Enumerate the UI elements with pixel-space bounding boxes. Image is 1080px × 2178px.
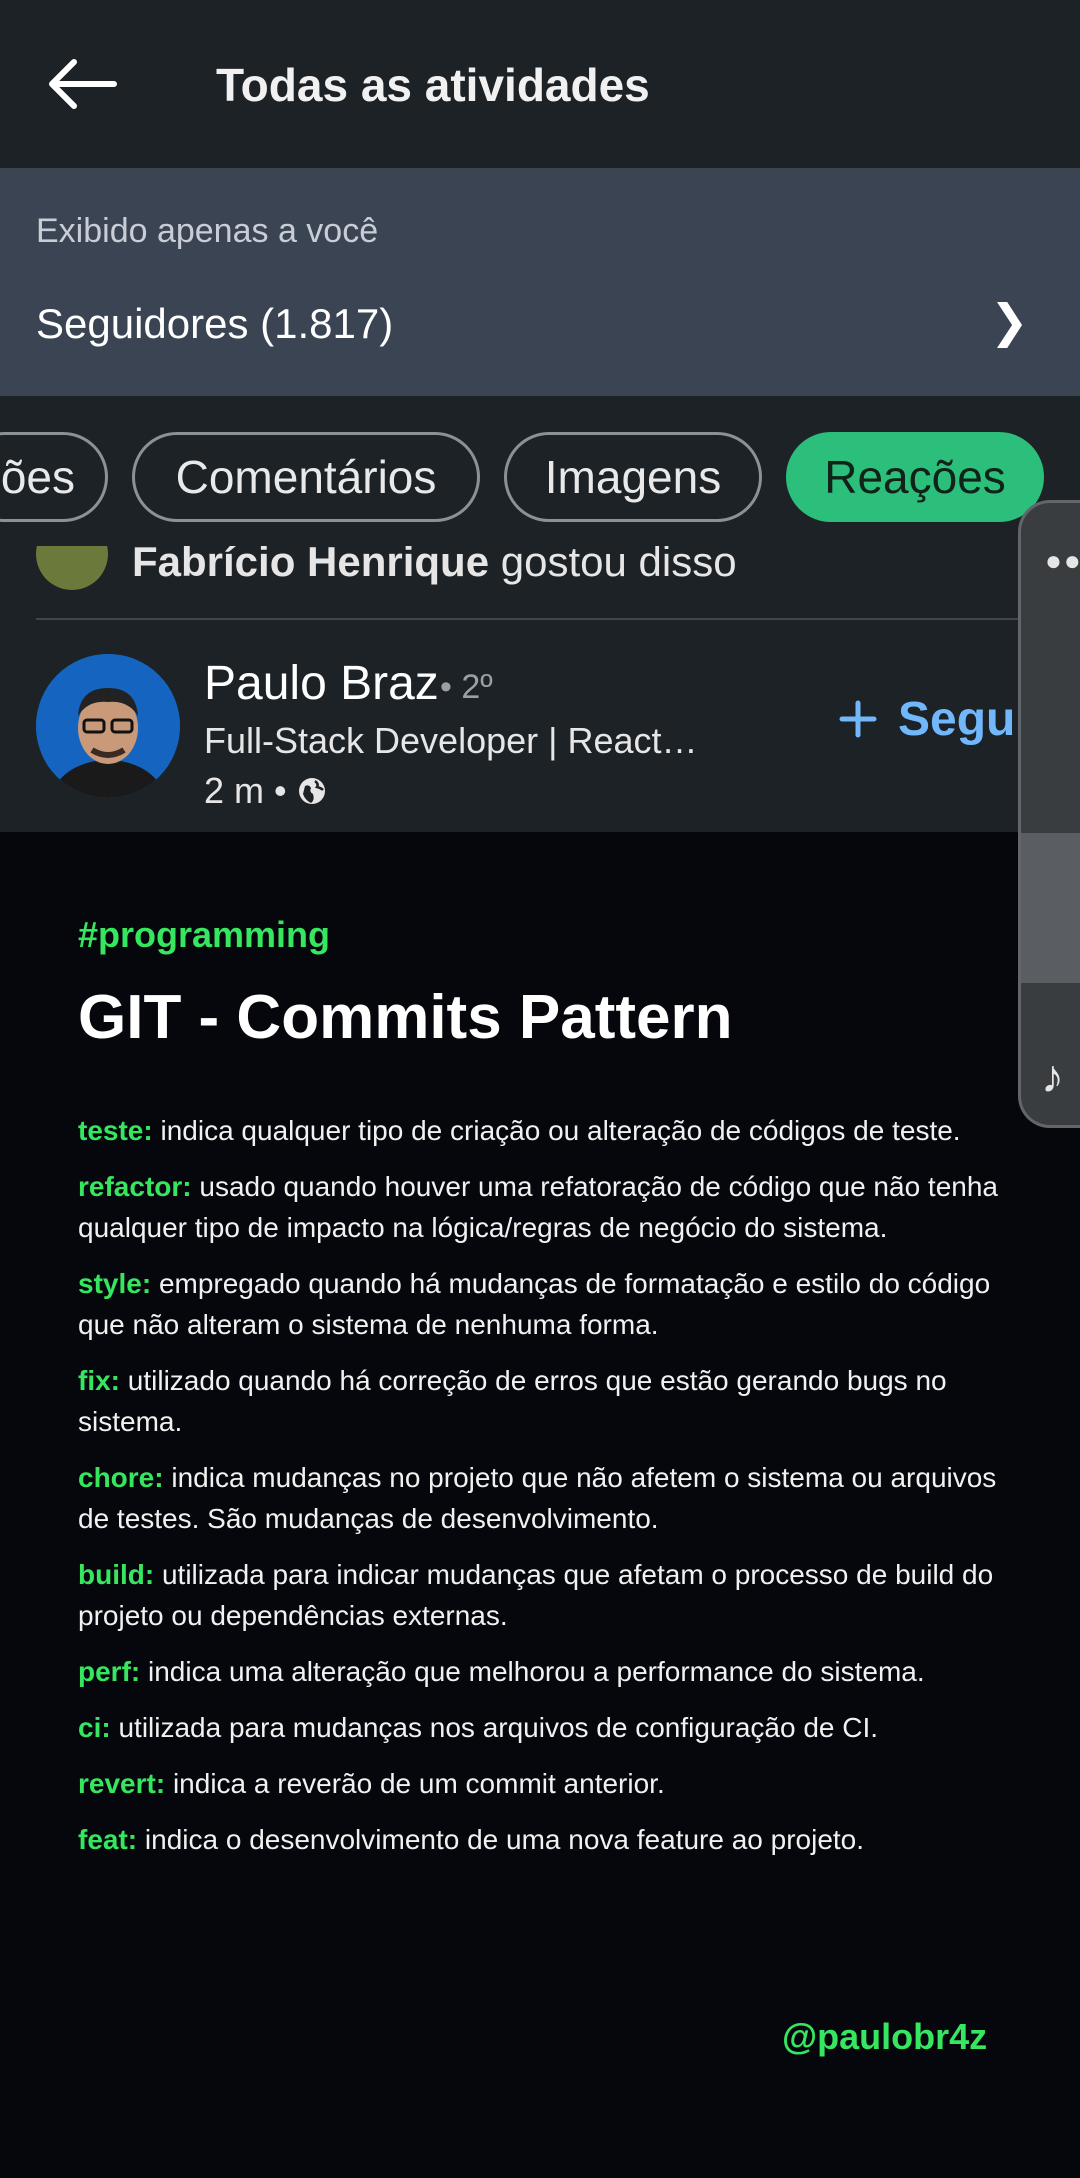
back-button[interactable] xyxy=(44,50,120,118)
chip-publicacoes[interactable]: ões xyxy=(0,432,108,522)
chip-reacoes[interactable]: Reações xyxy=(786,432,1044,522)
follow-label: Segu xyxy=(898,693,1016,746)
image-title: GIT - Commits Pattern xyxy=(78,983,733,1052)
more-icon[interactable]: ●● xyxy=(1045,545,1080,577)
list-item: chore: indica mudanças no projeto que nã… xyxy=(78,1462,997,1534)
edge-panel[interactable]: ●● ♪ xyxy=(1018,500,1080,1128)
list-item: build: utilizada para indicar mudanças q… xyxy=(78,1559,994,1631)
author-headline: Full-Stack Developer | React… xyxy=(204,720,698,761)
list-item: perf: indica uma alteração que melhorou … xyxy=(78,1656,925,1687)
visibility-note: Exibido apenas a você xyxy=(36,212,379,250)
previous-activity: Fabrício Henrique gostou disso xyxy=(0,546,1080,620)
top-bar: Todas as atividades xyxy=(0,0,1080,168)
commit-list: teste: indica qualquer tipo de criação o… xyxy=(78,1110,1008,1875)
post-time: 2 m • xyxy=(204,770,287,811)
filter-chips: ões Comentários Imagens Reações xyxy=(0,396,1080,566)
followers-label: Seguidores (1.817) xyxy=(36,300,394,347)
chip-imagens[interactable]: Imagens xyxy=(504,432,762,522)
connection-degree: • 2º xyxy=(440,668,493,706)
avatar xyxy=(36,546,108,590)
post-image[interactable]: #programming GIT - Commits Pattern teste… xyxy=(0,832,1080,2178)
previous-activity-text: Fabrício Henrique gostou disso xyxy=(132,546,737,585)
globe-icon xyxy=(298,778,325,804)
edge-panel-handle[interactable] xyxy=(1021,833,1080,983)
list-item: revert: indica a reverão de um commit an… xyxy=(78,1768,665,1799)
list-item: fix: utilizado quando há correção de err… xyxy=(78,1365,947,1437)
arrow-left-icon xyxy=(49,59,117,109)
list-item: style: empregado quando há mudanças de f… xyxy=(78,1268,991,1340)
list-item: ci: utilizada para mudanças nos arquivos… xyxy=(78,1712,879,1743)
plus-icon xyxy=(838,692,878,747)
chevron-right-icon: ❯ xyxy=(990,295,1029,347)
music-note-icon[interactable]: ♪ xyxy=(1041,1049,1064,1103)
list-item: refactor: usado quando houver uma refato… xyxy=(78,1171,998,1243)
author-name[interactable]: Paulo Braz xyxy=(204,656,439,711)
post-meta: 2 m • xyxy=(204,770,327,812)
post-header: Paulo Braz • 2º Full-Stack Developer | R… xyxy=(0,620,1080,832)
author-handle: @paulobr4z xyxy=(782,2016,988,2057)
followers-panel: Exibido apenas a você Seguidores (1.817)… xyxy=(0,168,1080,396)
image-hashtag: #programming xyxy=(78,914,331,955)
followers-link[interactable]: Seguidores (1.817) ❯ xyxy=(0,276,1080,376)
list-item: feat: indica o desenvolvimento de uma no… xyxy=(78,1824,865,1855)
page-title: Todas as atividades xyxy=(216,59,650,111)
list-item: teste: indica qualquer tipo de criação o… xyxy=(78,1115,961,1146)
chip-comentarios[interactable]: Comentários xyxy=(132,432,480,522)
avatar[interactable] xyxy=(36,654,180,798)
